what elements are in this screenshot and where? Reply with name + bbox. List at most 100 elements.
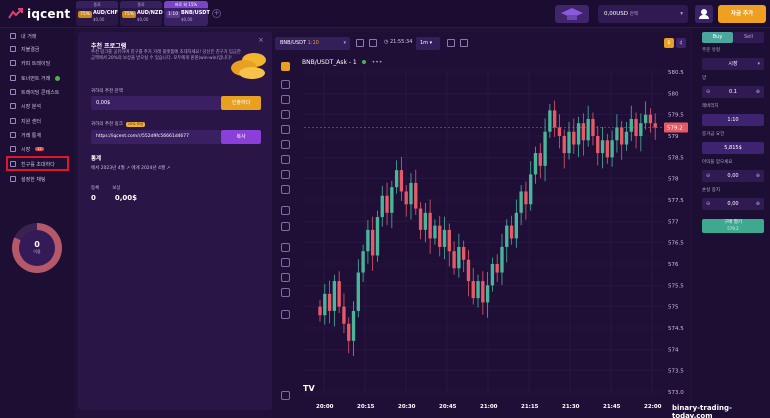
candle-body [356,272,360,311]
asset-tab-aud-chf[interactable]: 종료 75% AUD/CHF $0,00 [76,1,118,26]
plus-icon[interactable]: ⊕ [756,198,760,210]
sidebar-item-contests[interactable]: 트레이딩 콘테스트 [10,86,59,98]
candle-body [490,264,495,286]
tab-pair: AUD/NZD [137,10,163,16]
sidebar-item-label: 거래 통계 [21,132,41,139]
reward-value: 0,00$ [114,194,138,202]
candle-body [485,285,490,303]
link-label-text: 귀하의 추천 링크 [91,122,123,127]
logo-text: iqcent [27,7,71,21]
level-value: 0 [34,240,40,249]
balance-label: 잔액 [629,12,639,17]
chat-icon [10,176,16,182]
candle-body [605,140,609,158]
chart-area: BNB/USDT 1:10 ▾ ◷ 21:55:34 1m ▾ $ ¢ BNB/… [272,32,690,418]
level-gauge[interactable]: 0 이용 [12,223,62,273]
referral-link-field[interactable]: https://iqcent.com/r/552d9fc56661d4677 [91,130,221,144]
profile-button[interactable] [695,5,713,23]
open-buy-button[interactable]: 구매 열기 579.2 [702,219,764,233]
candle-body [433,225,437,239]
tab-pair: BNB/USDT [181,10,210,16]
market-badge: 12 [35,147,44,151]
plus-icon[interactable]: ⊕ [756,170,760,182]
sidebar-item-label: 시장 분석 [21,103,41,110]
buy-tab[interactable]: Buy [702,32,733,43]
take-profit-field[interactable]: ⊖ 0,00 ⊕ [702,170,764,182]
education-icon[interactable] [555,5,589,23]
candle-body [471,281,475,299]
minus-icon[interactable]: ⊖ [706,198,710,210]
sidebar-item-support[interactable]: 지원 센터 [10,115,41,127]
minus-icon[interactable]: ⊖ [706,170,710,182]
candle-body [452,251,456,269]
tab-head: 종료 [76,1,118,8]
plus-icon[interactable]: ⊕ [756,86,760,98]
y-tick-label: 576.5 [668,241,684,247]
candle-body [653,123,657,128]
minus-icon[interactable]: ⊖ [706,86,710,98]
amount-stepper[interactable]: ⊖ 0.1 ⊕ [702,86,764,98]
panel-title: 추천 프로그램 [91,43,127,50]
tab-payout: 75% [78,11,93,18]
candle-body [600,140,605,154]
sidebar-item-label: 내 거래 [21,33,37,40]
sidebar-item-copy-trading[interactable]: 카피 트레이딩 [10,57,50,69]
y-tick-label: 578.5 [668,155,684,161]
deposit-button[interactable]: 자금 추가 [718,5,766,23]
candle-body [643,114,648,124]
y-tick-label: 578 [668,177,679,183]
side-toggle: Buy Sell [702,32,764,43]
y-tick-label: 577.5 [668,198,684,204]
leverage-field[interactable]: 1:10 [702,114,764,126]
candle-body [476,281,480,299]
asset-tab-aud-nzd[interactable]: 종료 75% AUD/NZD $0,00 [120,1,163,26]
sidebar-item-tournaments[interactable]: 토너먼트 거래 [10,72,61,84]
candle-body [390,187,394,213]
y-tick-label: 580 [668,91,679,97]
candle-body [505,225,509,247]
stats-period[interactable]: 에서 2023년 4월 ↗ 에게 2024년 4월 ↗ [91,165,170,171]
y-tick-label: 574.5 [668,326,684,332]
candle-body [524,191,528,205]
candle-body [366,229,370,252]
live-dot [55,75,61,81]
chevron-down-icon: ▾ [680,11,683,17]
margin-label: 증거금 요건 [702,132,725,137]
sidebar-item-payments[interactable]: 지불결금 [10,43,39,55]
sell-tab[interactable]: Sell [733,32,764,43]
stop-loss-field[interactable]: ⊖ 0,00 ⊕ [702,198,764,210]
logo[interactable]: iqcent [8,7,70,21]
candle-body [414,182,418,209]
help-icon [10,118,16,124]
y-tick-label: 575 [668,305,679,311]
candle-body [385,195,389,213]
sidebar-item-chat[interactable]: 설정한 채팅 [10,173,46,185]
candle-body [639,123,643,136]
sidebar-item-label: 지원 센터 [21,118,41,125]
close-icon[interactable]: × [258,36,264,44]
sidebar-item-market[interactable]: 시장 12 [10,143,44,155]
candle-body [648,114,653,124]
copy-icon [10,60,16,66]
copy-button[interactable]: 복사 [221,130,261,144]
sidebar-item-statistics[interactable]: 거래 통계 [10,129,41,141]
x-tick-label: 21:30 [562,404,580,410]
candle-body [442,229,447,247]
candle-body [380,195,384,218]
order-type-select[interactable]: 시장 ▾ [702,58,764,70]
referral-balance-field: 0,00$ [91,96,221,110]
withdraw-button[interactable]: 인출하다 [221,96,261,110]
candle-body [351,310,356,341]
tab-payout: 75% [122,11,137,18]
site-watermark: binary-trading-today.com [672,404,732,418]
take-profit-value: 0,00 [727,173,739,179]
add-tab-button[interactable]: + [212,9,221,18]
sidebar-item-my-trades[interactable]: 내 거래 [10,30,36,42]
tab-amount: $0,00 [93,17,105,22]
candlestick-chart[interactable]: 580.5 580 579.5 579 578.5 578 577.5 577 576.5 576… [272,32,690,418]
balance-selector[interactable]: 0,00USD 잔액 ▾ [598,5,688,23]
sidebar-item-analysis[interactable]: 시장 분석 [10,100,41,112]
level-gauge-inner: 0 이용 [19,230,55,266]
candle-body [533,153,538,175]
asset-tab-bnb-usdt[interactable]: 바로 외 15% 1:10 BNB/USDT $0,00 [164,1,210,26]
